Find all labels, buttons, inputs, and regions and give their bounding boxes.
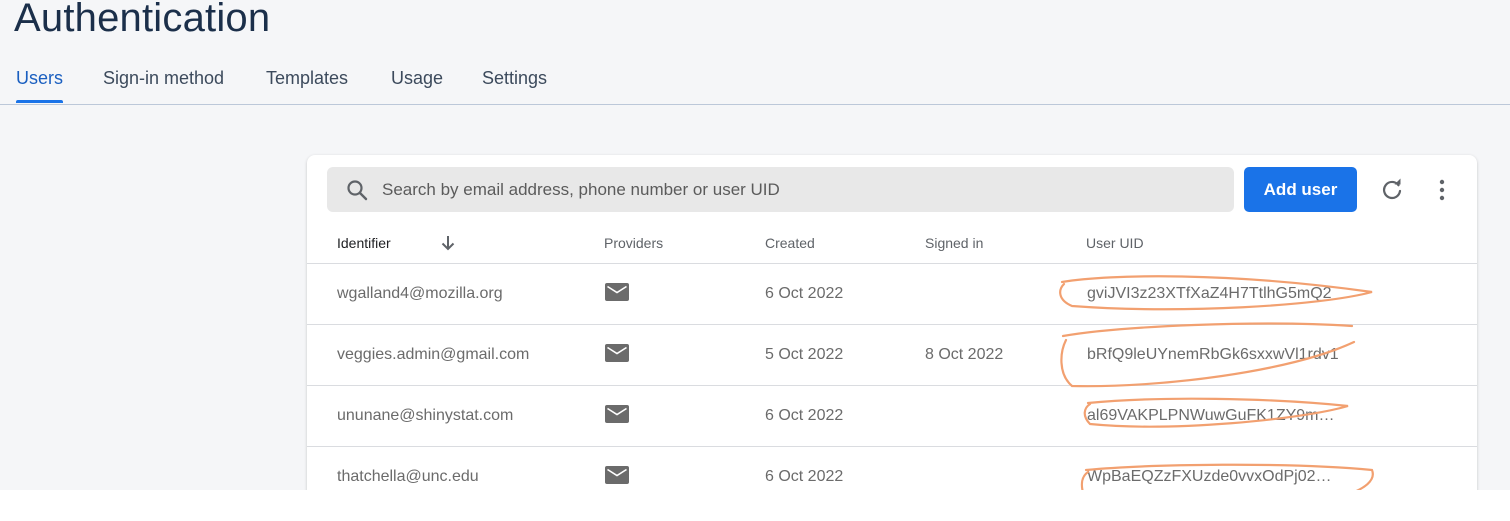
sort-arrow-down-icon[interactable]	[439, 234, 457, 252]
search-icon	[347, 180, 368, 201]
created-cell: 6 Oct 2022	[765, 468, 844, 485]
signed-in-cell: 8 Oct 2022	[925, 346, 1004, 363]
user-uid-cell: al69VAKPLPNWuwGuFK1ZY9mKF...	[1087, 407, 1342, 424]
table-row[interactable]: thatchella@unc.edu 6 Oct 2022 WpBaEQZzFX…	[307, 446, 1477, 490]
column-header-identifier[interactable]: Identifier	[337, 235, 455, 251]
user-uid-cell: WpBaEQZzFXUzde0vvxOdPj02NBv2	[1087, 468, 1342, 485]
column-header-signed-in: Signed in	[925, 235, 984, 251]
tab-users[interactable]: Users	[16, 68, 63, 89]
page-title: Authentication	[14, 0, 271, 40]
column-header-created: Created	[765, 235, 815, 251]
created-cell: 6 Oct 2022	[765, 285, 844, 302]
tab-templates[interactable]: Templates	[266, 68, 348, 89]
refresh-icon[interactable]	[1377, 175, 1407, 205]
created-cell: 5 Oct 2022	[765, 346, 844, 363]
identifier-cell: veggies.admin@gmail.com	[337, 346, 530, 363]
search-box[interactable]	[327, 167, 1234, 212]
tab-usage[interactable]: Usage	[391, 68, 443, 89]
created-cell: 6 Oct 2022	[765, 407, 844, 424]
column-header-user-uid: User UID	[1086, 235, 1144, 251]
more-vert-icon[interactable]	[1427, 175, 1457, 205]
active-tab-indicator	[16, 100, 63, 103]
add-user-button[interactable]: Add user	[1244, 167, 1357, 212]
email-icon	[605, 283, 629, 301]
table-row[interactable]: ununane@shinystat.com 6 Oct 2022 al69VAK…	[307, 385, 1477, 447]
page-background: Authentication Users Sign-in method Temp…	[0, 0, 1510, 490]
email-icon	[605, 466, 629, 484]
tab-settings[interactable]: Settings	[482, 68, 547, 89]
identifier-cell: thatchella@unc.edu	[337, 468, 479, 485]
identifier-cell: wgalland4@mozilla.org	[337, 285, 503, 302]
column-header-providers: Providers	[604, 235, 664, 251]
tab-sign-in-method[interactable]: Sign-in method	[103, 68, 224, 89]
table-row[interactable]: veggies.admin@gmail.com 5 Oct 2022 8 Oct…	[307, 324, 1477, 386]
user-uid-cell: gviJVI3z23XTfXaZ4H7TtlhG5mQ2	[1087, 285, 1332, 302]
table-row[interactable]: wgalland4@mozilla.org 6 Oct 2022 gviJVI3…	[307, 263, 1477, 325]
email-icon	[605, 405, 629, 423]
identifier-cell: ununane@shinystat.com	[337, 407, 514, 424]
email-icon	[605, 344, 629, 362]
users-card: Add user Identifier Providers Created Si…	[307, 155, 1477, 490]
user-uid-cell: bRfQ9leUYnemRbGk6sxxwVl1rdv1	[1087, 346, 1339, 363]
search-input[interactable]	[382, 167, 1212, 212]
tab-bar: Users Sign-in method Templates Usage Set…	[0, 62, 1510, 105]
